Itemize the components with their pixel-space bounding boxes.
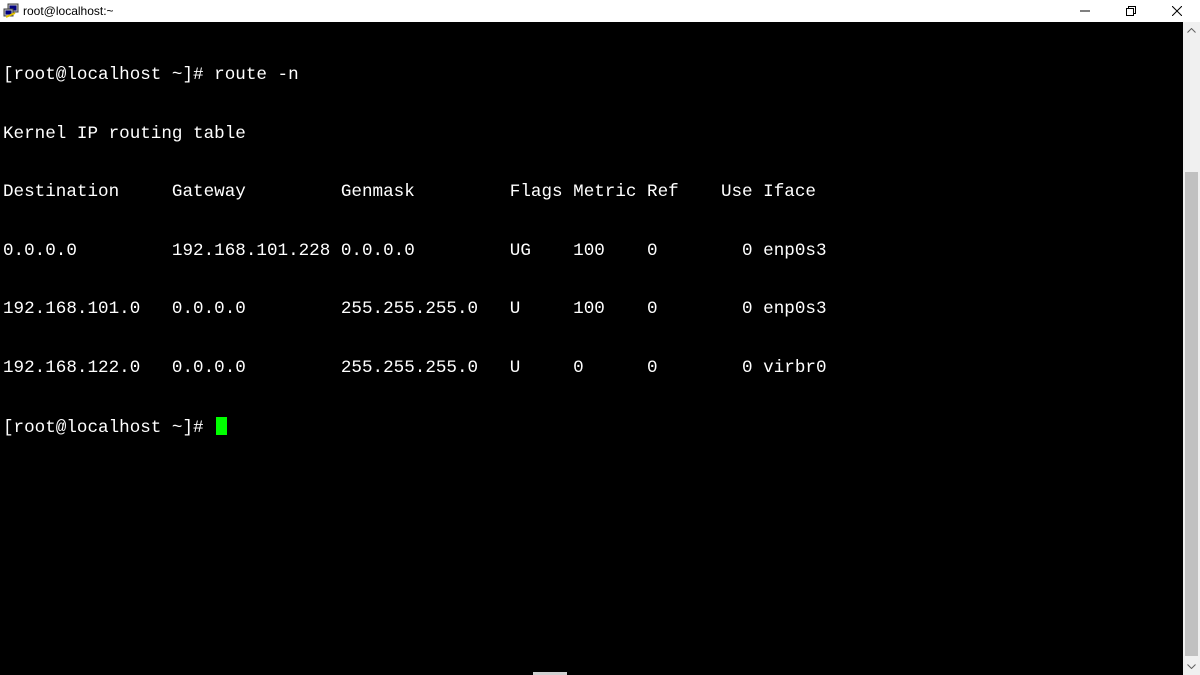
output-heading: Kernel IP routing table [3, 123, 246, 144]
restore-icon [1126, 6, 1136, 16]
terminal-screen[interactable]: [root@localhost ~]# route -n Kernel IP r… [0, 22, 1183, 675]
window-title: root@localhost:~ [23, 4, 114, 18]
scroll-up-button[interactable] [1183, 22, 1200, 39]
restore-button[interactable] [1108, 0, 1154, 22]
routing-table-row: 192.168.122.0 0.0.0.0 255.255.255.0 U 0 … [3, 357, 827, 378]
putty-icon[interactable] [3, 3, 19, 19]
terminal-window: root@localhost:~ [root@localhost ~]# rou… [0, 0, 1200, 675]
command-line: [root@localhost ~]# route -n [3, 65, 827, 86]
scroll-up-arrow-icon [1187, 28, 1196, 33]
scroll-down-button[interactable] [1183, 658, 1200, 675]
prompt: [root@localhost ~]# [3, 65, 204, 85]
minimize-icon [1080, 10, 1090, 12]
text-cursor [216, 417, 228, 435]
title-bar[interactable]: root@localhost:~ [0, 0, 1200, 22]
routing-table-row: 0.0.0.0 192.168.101.228 0.0.0.0 UG 100 0… [3, 240, 827, 261]
vertical-scrollbar[interactable] [1183, 22, 1200, 675]
routing-table-row: 192.168.101.0 0.0.0.0 255.255.255.0 U 10… [3, 299, 827, 319]
close-button[interactable] [1154, 0, 1200, 22]
command: route -n [214, 65, 299, 85]
close-icon [1172, 6, 1182, 16]
scrollbar-thumb[interactable] [1185, 172, 1198, 656]
current-prompt-line[interactable]: [root@localhost ~]# [3, 417, 827, 438]
prompt: [root@localhost ~]# [3, 418, 204, 438]
routing-table-header: Destination Gateway Genmask Flags Metric… [3, 182, 816, 202]
minimize-button[interactable] [1062, 0, 1108, 22]
terminal-output: [root@localhost ~]# route -n Kernel IP r… [3, 27, 827, 476]
scroll-down-arrow-icon [1187, 664, 1196, 669]
